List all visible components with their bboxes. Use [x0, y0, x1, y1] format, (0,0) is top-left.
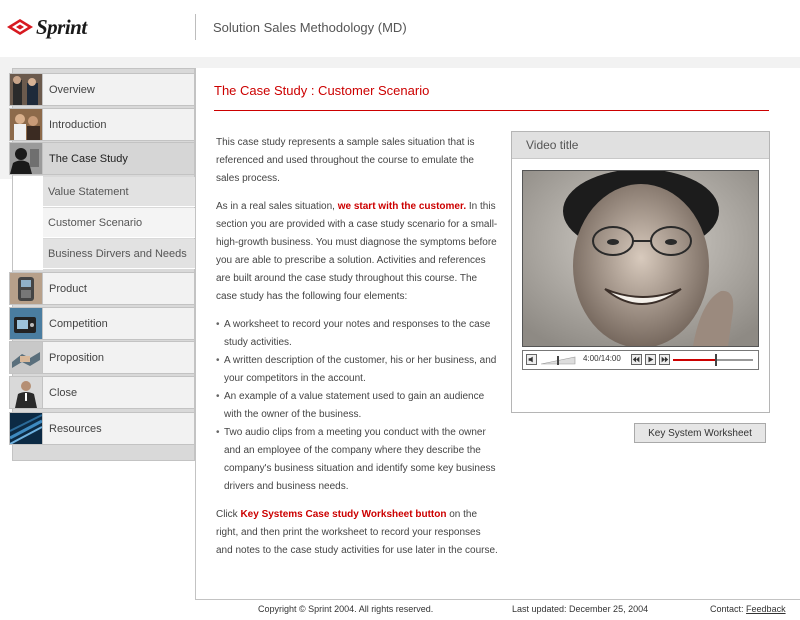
sidebar-item-close[interactable]: Close — [9, 376, 195, 409]
sidebar-item-label: Competition — [49, 317, 108, 330]
footer-updated: Last updated: December 25, 2004 — [512, 604, 649, 614]
submenu-item-label: Business Dirvers and Needs — [48, 247, 187, 260]
text: In this section you are provided with a … — [216, 201, 498, 302]
sidebar-item-label: Proposition — [49, 351, 105, 364]
sidebar-item-proposition[interactable]: Proposition — [9, 341, 195, 374]
worksheet-link[interactable]: Key Systems Case study Worksheet button — [240, 509, 446, 520]
silhouette-icon — [10, 143, 43, 174]
volume-slider[interactable] — [541, 356, 577, 365]
sidebar-item-label: Close — [49, 386, 78, 399]
paragraph-intro: This case study represents a sample sale… — [216, 137, 475, 184]
time-display: 4:00/14:00 — [583, 354, 621, 363]
sprint-logo[interactable]: Sprint — [6, 12, 87, 42]
paragraph-instructions: Click Key Systems Case study Worksheet b… — [216, 506, 498, 560]
sidebar-item-label: The Case Study — [49, 152, 128, 165]
submenu-item-label: Customer Scenario — [48, 216, 143, 229]
text: Click — [216, 509, 241, 520]
phone-icon — [10, 273, 43, 304]
handshake-icon — [10, 342, 43, 373]
page-title: The Case Study : Customer Scenario — [214, 83, 430, 98]
fast-forward-icon[interactable] — [659, 354, 670, 365]
sidebar-item-product[interactable]: Product — [9, 272, 195, 305]
progress-fill — [673, 359, 715, 361]
video-panel: Video title 4:00/14:00 — [511, 131, 770, 413]
key-system-worksheet-button[interactable]: Key System Worksheet — [634, 423, 766, 443]
video-still-image — [523, 171, 758, 346]
header-divider — [195, 14, 196, 40]
title-rule — [214, 110, 769, 111]
sidebar-item-overview[interactable]: Overview — [9, 73, 195, 106]
video-controls: 4:00/14:00 — [522, 350, 759, 370]
contact-label: Contact: — [710, 604, 744, 614]
sidebar-item-competition[interactable]: Competition — [9, 307, 195, 340]
submenu-item-label: Value Statement — [48, 185, 129, 198]
meeting-icon — [10, 109, 43, 140]
page-header: Sprint Solution Sales Methodology (MD) — [0, 0, 800, 58]
submenu-item-business-drivers[interactable]: Business Dirvers and Needs — [43, 239, 195, 269]
list-item: Two audio clips from a meeting you condu… — [216, 424, 498, 496]
www-icon — [10, 413, 43, 444]
footer-contact: Contact: Feedback — [710, 604, 786, 614]
submenu-gap — [13, 176, 43, 270]
footer-copyright: Copyright © Sprint 2004. All rights rese… — [258, 604, 434, 614]
video-frame[interactable] — [522, 170, 759, 347]
feedback-link[interactable]: Feedback — [746, 604, 786, 614]
text: As in a real sales situation, — [216, 201, 338, 212]
sidebar-item-label: Introduction — [49, 118, 107, 131]
play-icon[interactable] — [645, 354, 656, 365]
course-title: Solution Sales Methodology (MD) — [213, 20, 407, 35]
volume-icon[interactable] — [526, 354, 537, 365]
submenu-item-value-statement[interactable]: Value Statement — [43, 177, 195, 207]
executive-icon — [10, 377, 43, 408]
device-icon — [10, 308, 43, 339]
sidebar-item-case-study[interactable]: The Case Study — [9, 142, 195, 175]
submenu-item-customer-scenario[interactable]: Customer Scenario — [43, 208, 195, 238]
sidebar-item-introduction[interactable]: Introduction — [9, 108, 195, 141]
progress-track[interactable] — [673, 354, 753, 366]
logo-text: Sprint — [36, 14, 87, 39]
sidebar-item-label: Overview — [49, 83, 95, 96]
highlight-text: we start with the customer. — [337, 201, 467, 212]
sidebar-item-resources[interactable]: Resources — [9, 412, 195, 445]
progress-handle[interactable] — [715, 354, 717, 366]
main-content: The Case Study : Customer Scenario This … — [195, 68, 800, 600]
list-item: An example of a value statement used to … — [216, 388, 498, 424]
elements-list: A worksheet to record your notes and res… — [216, 316, 498, 496]
business-people-icon — [10, 74, 43, 105]
list-item: A written description of the customer, h… — [216, 352, 498, 388]
sidebar-item-label: Resources — [49, 422, 102, 435]
body-text: This case study represents a sample sale… — [216, 134, 498, 570]
sprint-diamond-icon — [7, 19, 33, 35]
video-title: Video title — [526, 138, 579, 152]
sidebar-item-label: Product — [49, 282, 87, 295]
paragraph-situation: As in a real sales situation, we start w… — [216, 198, 498, 306]
list-item: A worksheet to record your notes and res… — [216, 316, 498, 352]
rewind-icon[interactable] — [631, 354, 642, 365]
